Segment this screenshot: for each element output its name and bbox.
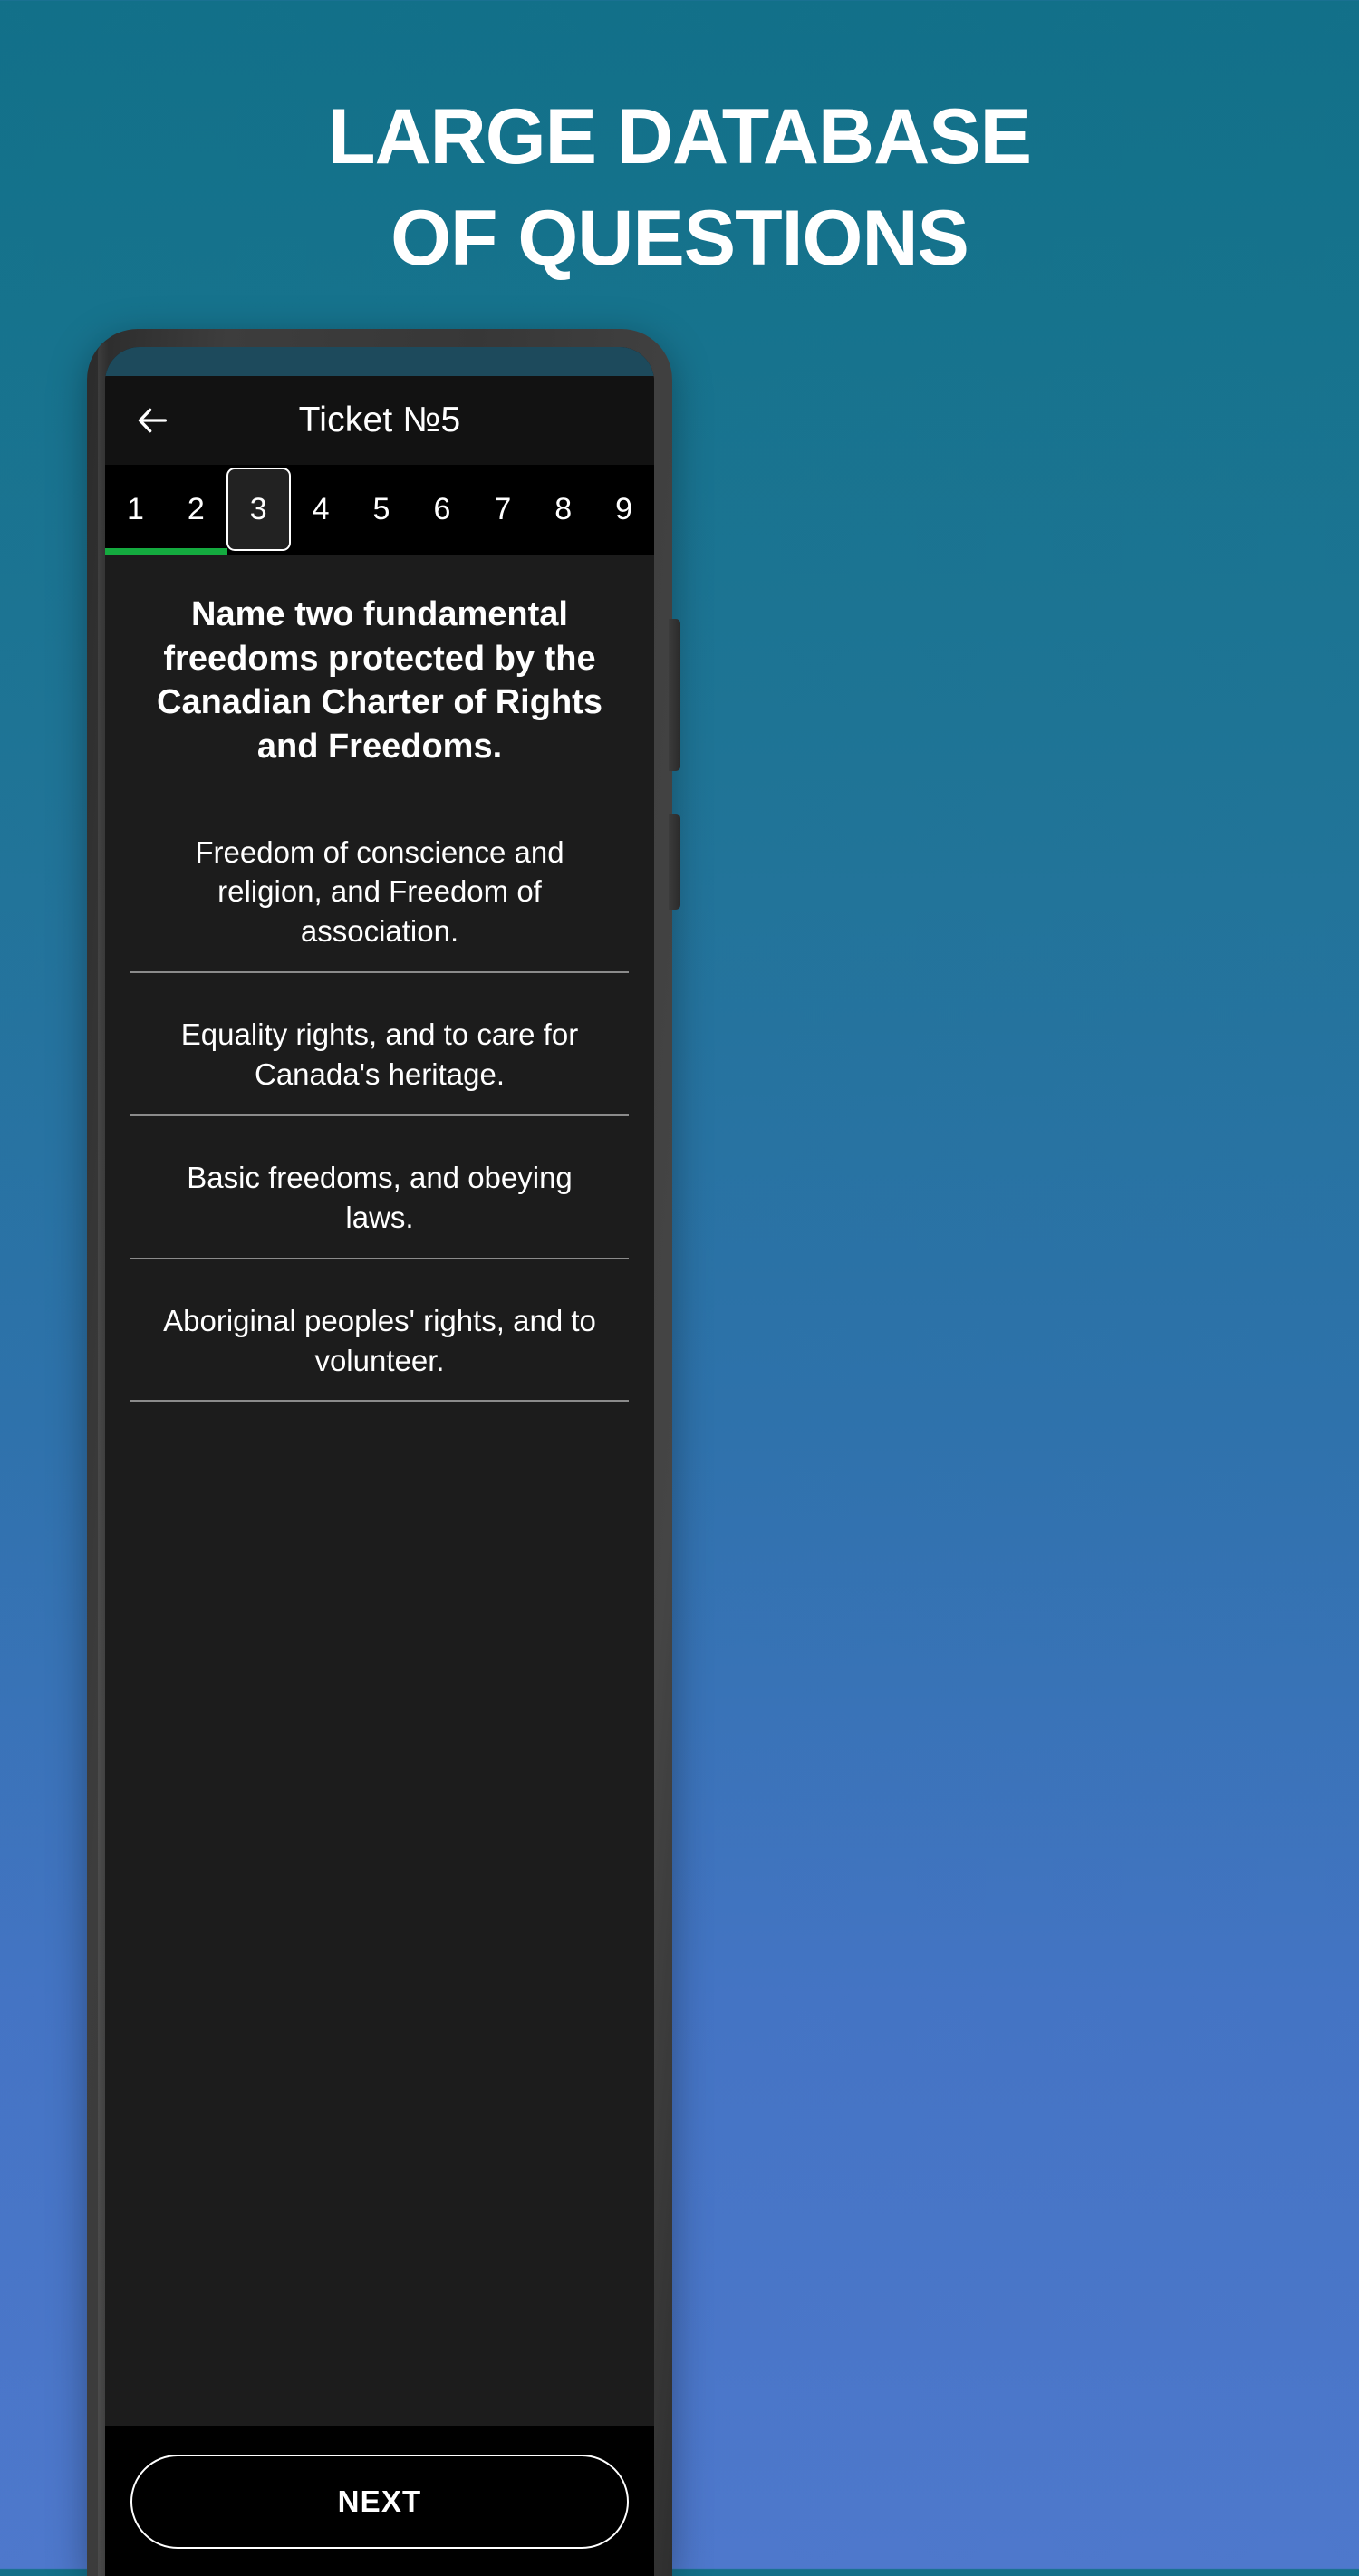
tab-question-7[interactable]: 7 (472, 465, 533, 555)
tab-question-3[interactable]: 3 (226, 468, 291, 551)
tab-question-5[interactable]: 5 (352, 465, 412, 555)
question-content: Name two fundamental freedoms protected … (105, 555, 654, 2426)
tab-question-6[interactable]: 6 (411, 465, 472, 555)
answer-option[interactable]: Aboriginal peoples' rights, and to volun… (130, 1279, 629, 1403)
answer-option[interactable]: Basic freedoms, and obeying laws. (130, 1136, 629, 1259)
app-bar: Ticket №5 (105, 376, 654, 465)
arrow-left-icon (135, 402, 171, 439)
promo-headline: LARGE DATABASE OF QUESTIONS (0, 98, 1359, 277)
phone-volume-button (669, 619, 680, 771)
tab-question-2[interactable]: 2 (166, 465, 226, 555)
answer-option[interactable]: Equality rights, and to care for Canada'… (130, 993, 629, 1116)
back-button[interactable] (128, 395, 178, 446)
answer-options: Freedom of conscience and religion, and … (130, 811, 629, 1403)
progress-track (105, 548, 654, 555)
progress-fill (105, 548, 227, 555)
answer-option[interactable]: Freedom of conscience and religion, and … (130, 811, 629, 974)
tab-question-1[interactable]: 1 (105, 465, 166, 555)
promo-headline-line2: OF QUESTIONS (390, 195, 969, 282)
tab-question-8[interactable]: 8 (533, 465, 593, 555)
tab-question-9[interactable]: 9 (593, 465, 654, 555)
question-text: Name two fundamental freedoms protected … (157, 595, 602, 766)
question-tabs: 123456789 (105, 465, 654, 555)
phone-screen: Ticket №5 123456789 Name two fundamental… (105, 347, 654, 2576)
tab-question-4[interactable]: 4 (291, 465, 352, 555)
promo-headline-line1: LARGE DATABASE (328, 93, 1032, 180)
status-bar (105, 347, 654, 376)
next-button[interactable]: NEXT (130, 2455, 629, 2549)
phone-power-button (669, 814, 680, 910)
page-title: Ticket №5 (298, 400, 461, 439)
footer-bar: NEXT (105, 2426, 654, 2576)
phone-mockup: Ticket №5 123456789 Name two fundamental… (87, 329, 680, 2576)
